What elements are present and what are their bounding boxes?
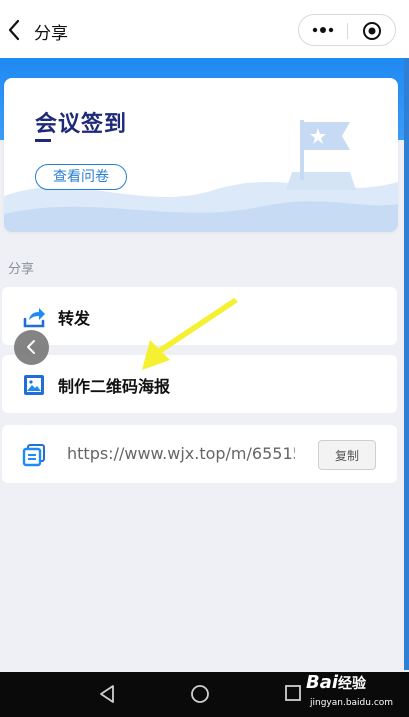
mini-program-capsule bbox=[298, 14, 396, 46]
chevron-left-icon bbox=[27, 340, 35, 354]
watermark-site: jingyan.baidu.com bbox=[310, 698, 394, 708]
copy-button[interactable]: 复制 bbox=[318, 440, 376, 470]
more-dots-icon[interactable] bbox=[311, 21, 335, 39]
watermark-brand: Bai经验 bbox=[306, 672, 367, 693]
make-poster-label: 制作二维码海报 bbox=[58, 377, 171, 396]
close-target-icon[interactable] bbox=[362, 21, 382, 41]
baidu-watermark: Bai经验 jingyan.baidu.com bbox=[300, 670, 405, 715]
image-icon bbox=[24, 375, 44, 395]
survey-link-row: https://www.wjx.top/m/65515 复制 bbox=[2, 425, 397, 483]
title-underline bbox=[35, 139, 51, 142]
share-section-label: 分享 bbox=[8, 262, 35, 277]
flag-icon bbox=[286, 120, 356, 190]
survey-link-text: https://www.wjx.top/m/65515 bbox=[67, 444, 295, 463]
view-survey-button[interactable]: 查看问卷 bbox=[35, 164, 127, 190]
right-edge-strip bbox=[404, 58, 409, 670]
top-nav-bar: 分享 bbox=[0, 0, 409, 58]
capsule-divider bbox=[347, 23, 348, 39]
page-title: 分享 bbox=[34, 24, 68, 44]
system-home-icon[interactable] bbox=[190, 684, 210, 704]
annotation-arrow-icon bbox=[142, 298, 238, 370]
survey-title: 会议签到 bbox=[35, 112, 128, 137]
floating-back-button[interactable] bbox=[14, 330, 49, 365]
survey-card: 会议签到 查看问卷 bbox=[4, 78, 398, 232]
share-forward-icon bbox=[23, 308, 45, 328]
link-copy-icon bbox=[22, 444, 45, 467]
system-back-icon[interactable] bbox=[97, 684, 117, 704]
back-arrow-icon[interactable] bbox=[4, 16, 26, 44]
forward-label: 转发 bbox=[58, 309, 91, 328]
